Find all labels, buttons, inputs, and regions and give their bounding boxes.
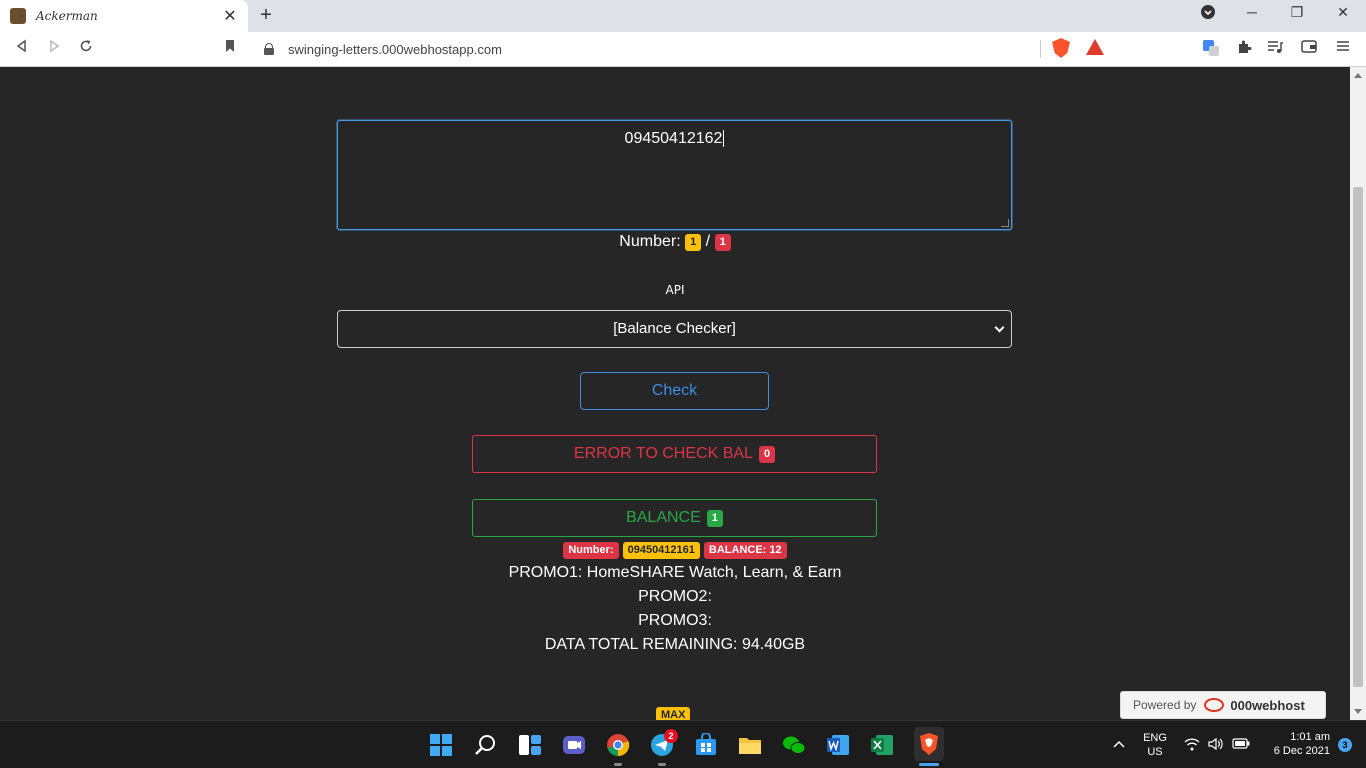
tab-title: Ackerman [36,9,98,23]
scroll-down-icon[interactable] [1354,709,1362,714]
result-row: Number: 09450412161 BALANCE: 12 [0,542,1350,559]
wallet-icon[interactable] [1299,39,1319,59]
api-label: API [665,283,685,297]
new-tab-button[interactable]: + [256,4,276,27]
clock-time: 1:01 am [1290,731,1330,743]
balance-counter-box: BALANCE 1 [472,499,877,537]
api-select[interactable]: [Balance Checker] [337,310,1012,348]
result-balance-value: BALANCE: 12 [703,542,787,559]
numbers-textarea[interactable]: 09450412162 [337,120,1012,230]
powered-by-brand: 000webhost [1230,697,1305,713]
volume-icon[interactable] [1208,737,1224,755]
balance-count-badge: 1 [706,510,723,527]
word-icon[interactable] [826,733,850,757]
counter-current-badge: 1 [685,234,702,251]
result-number-value: 09450412161 [622,542,700,559]
bookmark-icon[interactable] [220,39,240,59]
language-code: ENG [1143,732,1167,744]
favicon-icon [10,8,26,24]
chrome-icon[interactable] [606,733,630,757]
error-count-badge: 0 [758,446,776,463]
balance-label: BALANCE [626,509,701,526]
clock[interactable]: 1:01 am 6 Dec 2021 [1260,730,1330,758]
promo1-text: PROMO1: HomeSHARE Watch, Learn, & Earn [508,564,842,581]
powered-by-label: Powered by [1133,698,1197,712]
number-counter: Number: 1 / 1 [0,233,1350,251]
extensions-icon[interactable] [1234,39,1254,59]
reload-icon[interactable] [76,39,96,59]
telegram-badge: 2 [664,729,678,743]
brave-active-indicator [919,763,939,766]
chevron-down-icon [994,322,1005,333]
text-cursor [723,130,725,147]
forward-icon[interactable] [44,39,64,59]
max-badge: MAX [656,707,691,720]
chrome-active-indicator [614,763,622,766]
brave-rewards-icon[interactable] [1086,39,1104,55]
close-window-button[interactable]: ✕ [1333,4,1353,21]
tray-overflow-icon[interactable] [1112,737,1126,751]
file-explorer-icon[interactable] [738,733,762,757]
resize-grip-icon[interactable] [1001,219,1009,227]
excel-icon[interactable] [870,733,894,757]
language-indicator[interactable]: ENG US [1138,731,1172,759]
windows-start-icon[interactable] [429,733,453,757]
api-select-value: [Balance Checker] [613,320,736,337]
restore-button[interactable]: ❐ [1287,4,1307,21]
webhost-logo-icon [1204,698,1225,712]
browser-tab[interactable]: Ackerman ✕ [0,0,248,32]
chat-icon[interactable] [562,733,586,757]
clock-date: 6 Dec 2021 [1273,745,1330,757]
telegram-active-indicator [658,763,666,766]
taskbar: 2 ENG US 1:01 am 6 Dec 2021 3 [0,720,1366,768]
battery-icon[interactable] [1232,738,1250,753]
lock-icon[interactable] [264,43,274,55]
error-counter-box: ERROR TO CHECK BAL 0 [472,435,877,473]
counter-separator: / [705,233,711,250]
translate-icon[interactable] [1201,39,1221,59]
promo3-text: PROMO3: [638,612,712,629]
scroll-up-icon[interactable] [1354,73,1362,78]
url-text[interactable]: swinging-letters.000webhostapp.com [288,42,502,57]
tab-strip: Ackerman ✕ + ─ ❐ ✕ [0,0,1366,32]
counter-total-badge: 1 [714,234,731,251]
store-icon[interactable] [694,732,718,757]
task-view-icon[interactable] [518,733,542,757]
brave-browser-icon[interactable] [914,727,944,761]
minimize-button[interactable]: ─ [1242,4,1262,20]
address-bar[interactable]: swinging-letters.000webhostapp.com [254,35,1112,63]
search-icon[interactable] [474,733,498,757]
wechat-icon[interactable] [782,733,806,757]
promo2-text: PROMO2: [638,588,712,605]
browser-toolbar: swinging-letters.000webhostapp.com [0,32,1366,67]
back-icon[interactable] [12,39,32,59]
scroll-thumb[interactable] [1353,187,1363,687]
data-total-text: DATA TOTAL REMAINING: 94.40GB [544,636,806,653]
counter-label: Number: [619,233,681,250]
menu-icon[interactable] [1333,39,1353,59]
region-code: US [1147,746,1163,758]
powered-by-banner[interactable]: Powered by 000webhost [1120,691,1326,719]
result-number-label: Number: [563,542,619,559]
check-button[interactable]: Check [580,372,769,410]
numbers-textarea-value: 09450412162 [624,130,723,147]
tab-close-icon[interactable]: ✕ [222,6,238,26]
omnibox-divider [1040,40,1041,58]
error-label: ERROR TO CHECK BAL [573,445,753,462]
wifi-icon[interactable] [1184,737,1200,755]
tab-search-icon[interactable] [1198,4,1218,23]
page-content: 09450412162 Number: 1 / 1 API [Balance C… [0,67,1350,720]
page-scrollbar[interactable] [1350,67,1366,720]
media-controls-icon[interactable] [1265,39,1285,59]
notification-count-badge[interactable]: 3 [1338,738,1352,752]
